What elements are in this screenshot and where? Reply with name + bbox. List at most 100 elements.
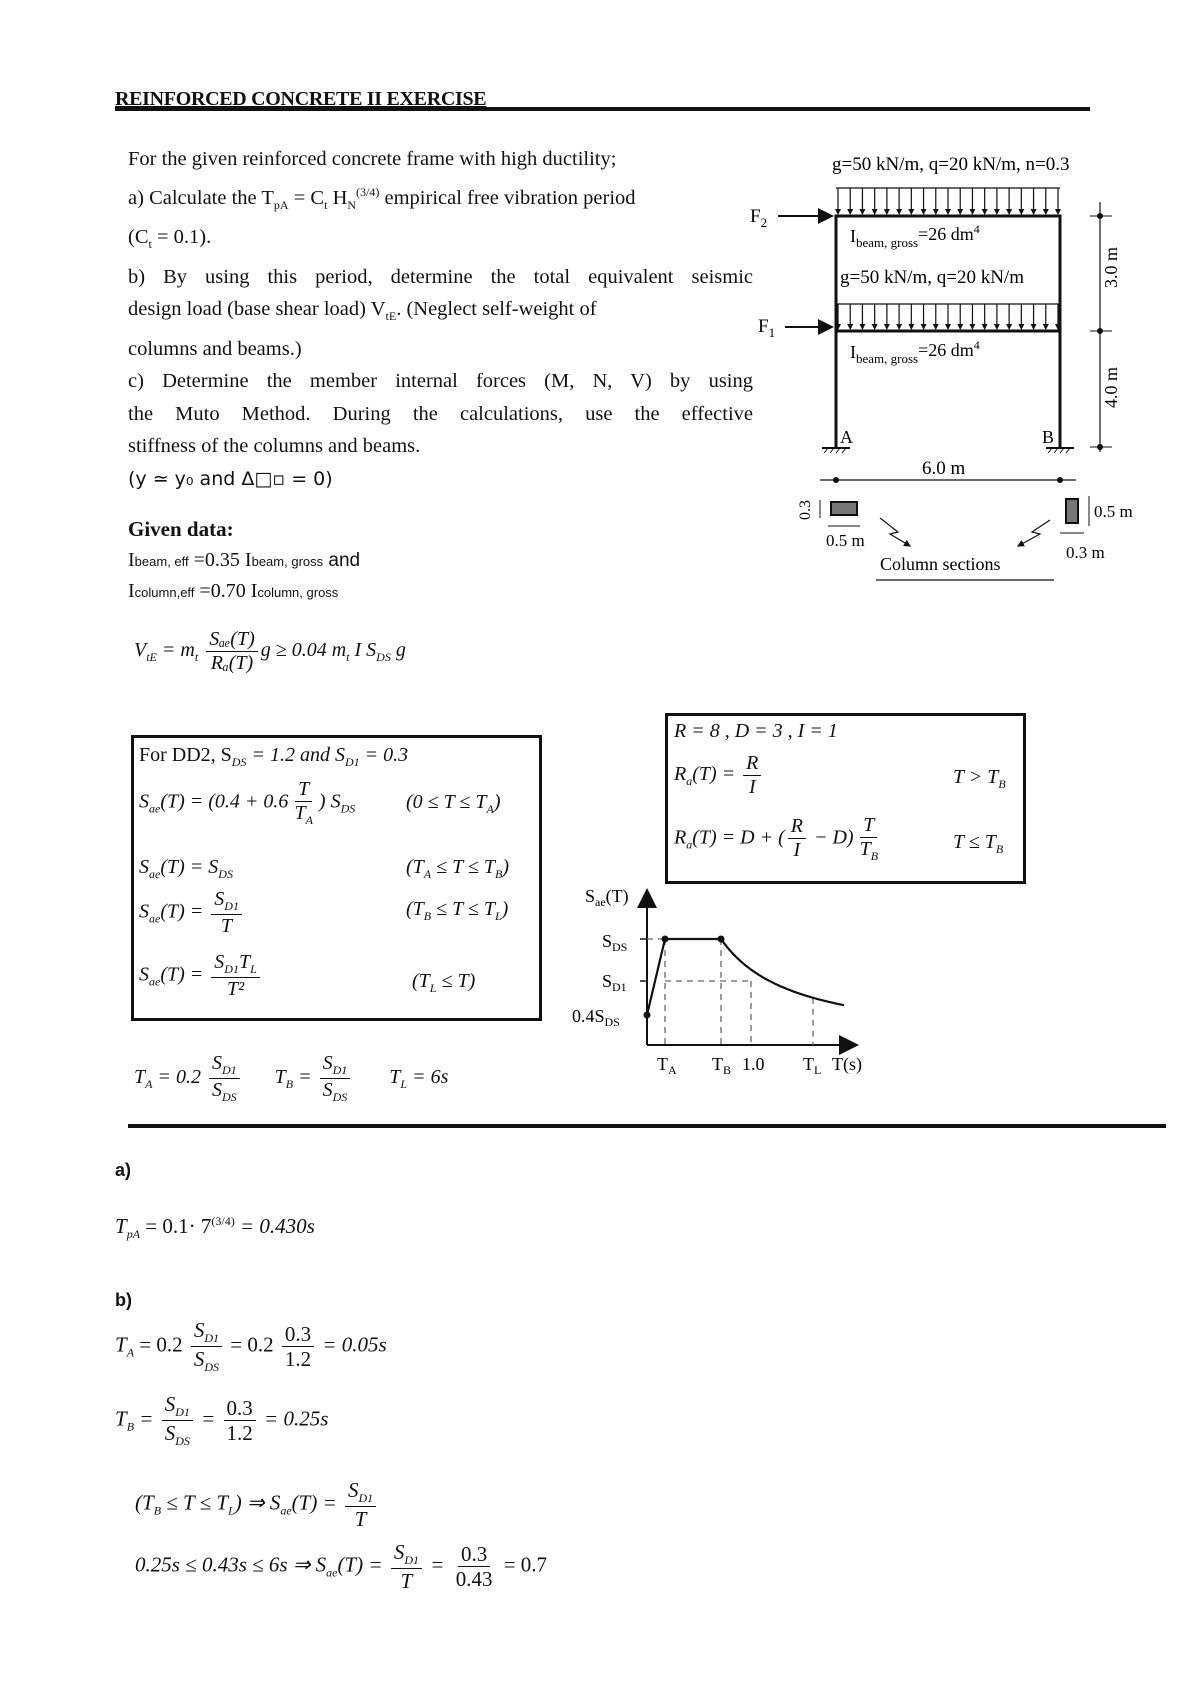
load-arrowhead	[859, 209, 866, 215]
support-a-label: A	[840, 427, 853, 447]
part-b-text-2: design load (base shear load) VtE. (Negl…	[128, 298, 597, 324]
section-a-width-label: 0.5 m	[826, 531, 865, 550]
load-arrowhead	[896, 209, 903, 215]
part-a-text: a) Calculate the TpA = Ct HN(3/4) empiri…	[128, 184, 636, 212]
y-tick-04sds: 0.4SDS	[572, 1006, 620, 1029]
reduction-params: R = 8 , D = 3 , I = 1	[674, 720, 838, 742]
spectrum-row-4-condition: (TL ≤ T)	[412, 970, 476, 995]
reduction-factor-box: R = 8 , D = 3 , I = 1 Ra(T) = RI T > TB …	[665, 713, 1026, 884]
part-c-assumption: (y ≃ y₀ and Δ□▫ = 0)	[128, 467, 333, 490]
part-c-text: c) Determine the member internal forces …	[128, 370, 753, 393]
span-label: 6.0 m	[922, 458, 966, 479]
period-definitions: TA = 0.2 SD1 SDS TB = SD1 SDS TL = 6s	[134, 1052, 449, 1105]
row2-t-over-tb: T TB	[859, 814, 879, 863]
load-arrowhead	[859, 324, 866, 330]
load-arrowhead	[969, 209, 976, 215]
solution-tb-equation: TB = SD1 SDS = 0.3 1.2 = 0.25s	[115, 1392, 329, 1449]
spectrum-row-3-condition: (TB ≤ T ≤ TL)	[406, 898, 509, 923]
spectrum-row-4: Sae(T) = SD1TL T²	[139, 951, 263, 1001]
section-b-height-label: 0.5 m	[1094, 502, 1133, 521]
design-spectrum-chart: Sae(T) SDS SD1 0.4SDS TA TB 1.0 TL T(s)	[572, 886, 862, 1077]
given-data-heading: Given data:	[128, 517, 234, 541]
load-arrowhead	[871, 209, 878, 215]
section-b-pointer-arrow	[1016, 519, 1051, 547]
part-c-text-2: the Muto Method. During the calculations…	[128, 402, 753, 425]
load-arrowhead	[932, 209, 939, 215]
section-b-width-label: 0.3 m	[1066, 543, 1105, 562]
load-arrowhead	[1030, 324, 1037, 330]
sae-numeric-fraction: 0.3 0.43	[455, 1541, 493, 1592]
span-tick-right	[1057, 477, 1063, 483]
solution-b-label: b)	[115, 1290, 132, 1310]
column-sections-caption: Column sections	[880, 554, 1001, 574]
load-arrowhead	[920, 324, 927, 330]
load-arrowhead	[835, 209, 841, 215]
base-shear-fraction: Sₐₑ(T) Rₐ(T)	[206, 628, 258, 675]
x-tick-ta: TA	[657, 1054, 677, 1077]
spectrum-point-1	[643, 1011, 651, 1019]
load-arrowhead	[883, 209, 890, 215]
ta-sd1-sds-fraction: SD1 SDS	[190, 1318, 223, 1375]
spectrum-rise-plateau	[645, 937, 721, 1016]
spectrum-point-3	[717, 935, 725, 943]
mid-load-arrows	[835, 304, 1061, 330]
x-tick-one: 1.0	[742, 1054, 765, 1074]
r-over-i-fraction: RI	[743, 752, 762, 799]
span-tick-left	[833, 477, 839, 483]
top-beam-inertia: Ibeam, gross=26 dm4	[850, 222, 980, 250]
load-arrowhead	[871, 324, 878, 330]
spectrum-point-2	[661, 935, 669, 943]
force-f1-label: F1	[758, 316, 775, 340]
load-arrowhead	[908, 209, 915, 215]
base-shear-formula: VtE = mt Sₐₑ(T) Rₐ(T) g ≥ 0.04 mt I SDS g	[134, 628, 406, 675]
x-tick-tl: TL	[803, 1054, 821, 1077]
problem-statement: For the given reinforced concrete frame …	[128, 143, 753, 495]
spectrum-row-1-condition: (0 ≤ T ≤ TA)	[406, 791, 501, 816]
row2-r-over-i: RI	[787, 815, 806, 862]
y-axis-label: Sae(T)	[585, 886, 629, 909]
upper-height-label: 3.0 m	[1101, 247, 1121, 288]
solution-spectral-acceleration: 0.25s ≤ 0.43s ≤ 6s ⇒ Sae(T) = SD1 T = 0.3…	[135, 1540, 548, 1593]
load-arrowhead	[1055, 209, 1061, 215]
support-a-icon	[822, 447, 850, 454]
bottom-beam-inertia: Ibeam, gross=26 dm4	[850, 338, 980, 366]
load-arrowhead	[908, 324, 915, 330]
y-tick-sds: SDS	[602, 931, 627, 954]
top-load-label: g=50 kN/m, q=20 kN/m, n=0.3	[832, 154, 1069, 175]
reduction-row-2: Ra(T) = D + (R I − D) T TB	[674, 814, 884, 864]
load-arrowhead	[945, 324, 951, 330]
part-b-text: b) By using this period, determine the t…	[128, 265, 753, 288]
load-arrowhead	[993, 324, 1000, 330]
tb-fraction: SD1 SDS	[319, 1052, 351, 1105]
tb-numeric-fraction: 0.3 1.2	[223, 1396, 256, 1445]
solution-ta-equation: TA = 0.2 SD1 SDS = 0.2 0.3 1.2 = 0.05s	[115, 1318, 387, 1375]
title-rule	[115, 107, 1090, 111]
load-arrowhead	[847, 209, 854, 215]
load-arrowhead	[981, 324, 988, 330]
section-a-pointer-arrow	[879, 517, 912, 547]
tb-sd1-sds-fraction: SD1 SDS	[161, 1392, 193, 1449]
support-b-label: B	[1042, 427, 1054, 447]
column-effective-inertia: Icolumn,eff =0.70 Icolumn, gross	[128, 580, 339, 602]
load-arrowhead	[1006, 324, 1013, 330]
load-arrowhead	[993, 209, 1000, 215]
load-arrowhead	[945, 209, 951, 215]
row3-fraction: SD1 T	[211, 888, 242, 938]
row1-fraction: T TA	[294, 778, 313, 827]
load-arrowhead	[1030, 209, 1037, 215]
spectrum-decay-curve	[720, 938, 845, 1007]
part-c-text-3: stiffness of the columns and beams.	[128, 435, 421, 458]
load-arrowhead	[1018, 324, 1025, 330]
spectrum-equations-box: For DD2, SDS = 1.2 and SD1 = 0.3 Sae(T) …	[131, 735, 542, 1021]
load-arrowhead	[896, 324, 903, 330]
ta-fraction: SD1 SDS	[208, 1052, 240, 1105]
top-load-arrows	[835, 188, 1061, 215]
spectrum-header: For DD2, SDS = 1.2 and SD1 = 0.3	[139, 744, 409, 769]
ta-numeric-fraction: 0.3 1.2	[281, 1322, 315, 1371]
x-tick-tb: TB	[712, 1054, 731, 1077]
spectrum-row-3: Sae(T) = SD1 T	[139, 888, 245, 938]
section-a-height-label: 0.3	[797, 500, 814, 520]
sae-symbolic-fraction: SD1 T	[390, 1540, 423, 1593]
x-axis-label: T(s)	[832, 1054, 862, 1075]
solution-a-equation: TpA = 0.1· 7(3/4) = 0.430s	[115, 1214, 315, 1242]
